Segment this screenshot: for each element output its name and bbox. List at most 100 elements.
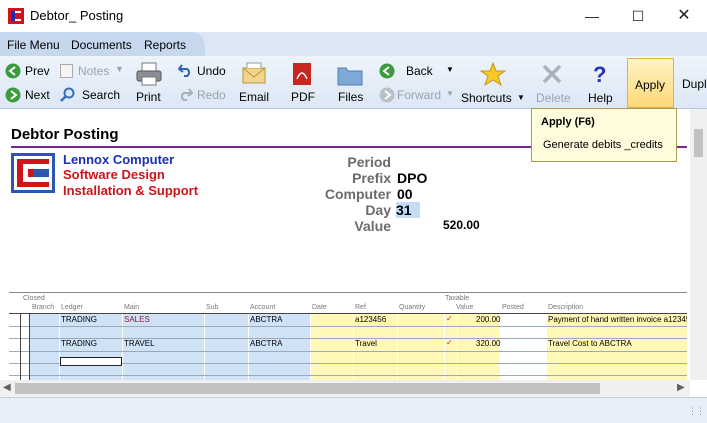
header-value[interactable]: Value: [456, 304, 473, 311]
cell-account[interactable]: ABCTRA: [250, 315, 282, 324]
cell-ledger[interactable]: TRADING: [61, 339, 97, 348]
new-row-ledger-input[interactable]: [60, 357, 122, 366]
delete-label: Delete: [536, 91, 571, 105]
close-button[interactable]: ✕: [661, 0, 707, 32]
header-quantity[interactable]: Quantity: [399, 304, 425, 311]
folder-icon: [337, 67, 363, 86]
company-name-line3: Installation & Support: [63, 183, 199, 198]
horizontal-scroll-thumb[interactable]: [15, 383, 600, 394]
arrow-left-icon: [5, 63, 21, 79]
print-button[interactable]: Print: [134, 62, 166, 106]
grid-line: [9, 375, 687, 376]
computer-value[interactable]: 00: [397, 186, 413, 202]
computer-label: Computer: [324, 186, 391, 202]
pdf-label: PDF: [291, 90, 315, 104]
vertical-scroll-thumb[interactable]: [694, 129, 703, 157]
cell-ref[interactable]: a123456: [355, 315, 386, 324]
print-label: Print: [136, 90, 161, 104]
period-label: Period: [347, 154, 391, 170]
header-description[interactable]: Description: [548, 304, 583, 311]
prefix-value[interactable]: DPO: [397, 170, 427, 186]
next-label: Next: [25, 88, 50, 102]
col-posted-bg: [501, 313, 546, 381]
col-date-bg: [311, 313, 353, 381]
forward-dropdown-icon: ▼: [446, 89, 454, 98]
company-name-line2: Software Design: [63, 167, 165, 182]
cell-ledger[interactable]: TRADING: [61, 315, 97, 324]
cell-main[interactable]: TRAVEL: [124, 339, 155, 348]
shortcuts-label: Shortcuts: [461, 91, 512, 105]
cell-main[interactable]: SALES: [124, 315, 150, 324]
search-icon: [60, 87, 75, 102]
header-account[interactable]: Account: [250, 304, 275, 311]
scroll-right-icon[interactable]: ▶: [677, 382, 685, 393]
cell-account[interactable]: ABCTRA: [250, 339, 282, 348]
forward-label: Forward: [397, 88, 442, 102]
header-ledger[interactable]: Ledger: [61, 304, 83, 311]
notes-label: Notes: [78, 64, 110, 78]
apply-button[interactable]: Apply: [627, 58, 674, 108]
maximize-button[interactable]: ☐: [615, 0, 661, 32]
prev-label: Prev: [25, 64, 50, 78]
header-ref[interactable]: Ref: [355, 304, 366, 311]
help-button[interactable]: ? Help: [586, 62, 616, 106]
delete-x-icon: [542, 64, 562, 84]
page-title: Debtor Posting: [11, 126, 119, 143]
cell-description[interactable]: Payment of hand written invoice a123456: [548, 315, 687, 324]
col-taxable-bg: [445, 313, 457, 381]
minimize-button[interactable]: —: [569, 0, 615, 32]
redo-icon: [180, 88, 193, 101]
scroll-left-icon[interactable]: ◀: [3, 382, 11, 393]
status-bar: ⋮⋮: [0, 397, 707, 423]
header-branch[interactable]: Branch: [32, 304, 54, 311]
day-label: Day: [365, 202, 391, 218]
day-value[interactable]: 31: [396, 202, 420, 218]
help-label: Help: [588, 91, 613, 105]
cell-value[interactable]: 320.00: [476, 339, 500, 348]
company-name-line1: Lennox Computer: [63, 152, 175, 167]
email-label: Email: [239, 90, 270, 104]
grid-line: [9, 351, 687, 352]
header-posted[interactable]: Posted: [502, 304, 524, 311]
cell-taxable-check[interactable]: ✓: [446, 314, 453, 323]
menu-documents[interactable]: Documents: [71, 38, 132, 52]
email-button[interactable]: Email: [238, 62, 272, 106]
cell-value[interactable]: 200.00: [476, 315, 500, 324]
undo-icon: [178, 64, 191, 77]
window-title: Debtor_ Posting: [30, 8, 124, 23]
apply-label: Apply: [635, 78, 666, 92]
header-main[interactable]: Main: [124, 304, 139, 311]
tooltip-title: Apply (F6): [541, 116, 595, 128]
value-total: 520.00: [443, 218, 480, 232]
back-label: Back: [406, 64, 433, 78]
prefix-label: Prefix: [352, 170, 391, 186]
files-button[interactable]: Files: [336, 62, 366, 106]
posting-grid: Closed Taxable Branch Ledger Main Sub Ac…: [9, 292, 687, 381]
header-sub[interactable]: Sub: [206, 304, 218, 311]
arrow-right-icon: [5, 87, 21, 103]
shortcuts-button[interactable]: Shortcuts ▼: [460, 62, 526, 106]
pdf-button[interactable]: PDF: [289, 62, 317, 106]
menu-file[interactable]: File Menu: [7, 38, 60, 52]
resize-grip-icon[interactable]: ⋮⋮: [688, 406, 705, 417]
vertical-scrollbar[interactable]: [690, 109, 707, 380]
col-quantity-bg: [398, 313, 444, 381]
grid-vline: [29, 313, 30, 381]
cell-taxable-check[interactable]: ✓: [446, 338, 453, 347]
duplicate-button[interactable]: Dupl: [682, 77, 707, 91]
tooltip-text: Generate debits _credits: [543, 139, 663, 151]
undo-label: Undo: [197, 64, 226, 78]
header-date[interactable]: Date: [312, 304, 327, 311]
company-logo: [11, 153, 55, 193]
menu-reports[interactable]: Reports: [144, 38, 186, 52]
cell-ref[interactable]: Travel: [355, 339, 377, 348]
delete-button[interactable]: Delete: [535, 62, 571, 106]
cell-description[interactable]: Travel Cost to ABCTRA: [548, 339, 632, 348]
shortcuts-dropdown-icon: ▼: [517, 93, 525, 102]
email-icon: [242, 62, 266, 84]
search-label: Search: [82, 88, 121, 102]
grid-line: [9, 326, 687, 327]
value-label: Value: [354, 218, 391, 234]
help-question-icon: ?: [593, 62, 607, 87]
back-dropdown-icon: ▼: [446, 65, 454, 74]
